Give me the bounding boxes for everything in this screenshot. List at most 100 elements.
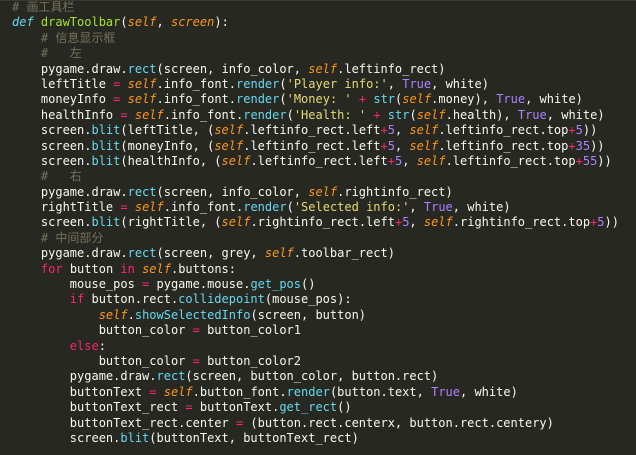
code-token-call: showSelectedInfo	[134, 307, 251, 322]
code-token-plain: buttonText_rect.center	[12, 415, 236, 430]
code-token-plain: .money),	[431, 92, 497, 107]
code-line[interactable]: pygame.draw.rect(screen, info_color, sel…	[12, 62, 619, 77]
code-token-string: 'Health: '	[293, 107, 367, 122]
code-token-self: self	[221, 215, 251, 230]
code-token-comment: # 左	[40, 46, 82, 61]
code-token-plain: :	[98, 338, 106, 353]
code-line[interactable]: healthInfo = self.info_font.render('Heal…	[12, 108, 619, 123]
code-token-number: 5	[597, 215, 605, 230]
code-token-call: blit	[91, 123, 121, 138]
code-token-call: blit	[120, 430, 150, 445]
code-token-builtin: str	[387, 107, 410, 122]
code-token-plain: (	[279, 92, 287, 107]
code-token-plain: .button_font.	[192, 384, 287, 399]
code-token-comment: # 信息显示框	[40, 30, 116, 45]
code-token-call: rect	[127, 246, 157, 261]
code-line[interactable]: self.showSelectedInfo(screen, button)	[12, 308, 619, 323]
code-line[interactable]: screen.blit(rightTitle, (self.rightinfo_…	[12, 215, 619, 230]
code-token-self: self	[134, 200, 164, 215]
code-token-keyword: if	[69, 292, 85, 307]
code-line[interactable]: rightTitle = self.info_font.render('Sele…	[12, 200, 619, 215]
code-token-plain: ))	[597, 153, 612, 168]
code-line[interactable]: pygame.draw.rect(screen, button_color, b…	[12, 369, 619, 384]
code-token-op: +	[575, 153, 583, 168]
code-line[interactable]: screen.blit(buttonText, buttonText_rect)	[12, 431, 619, 446]
code-token-op: +	[568, 123, 576, 138]
code-line[interactable]: def drawToolbar(self, screen):	[12, 15, 619, 30]
code-token-op: =	[120, 200, 128, 215]
code-token-keyword: in	[120, 261, 135, 276]
code-token-call: render	[236, 76, 280, 91]
code-line[interactable]: buttonText = self.button_font.render(but…	[12, 385, 619, 400]
code-token-plain: (leftTitle, (	[120, 123, 215, 138]
code-token-call: render	[236, 92, 280, 107]
code-token-plain: button_color2	[199, 353, 302, 368]
code-line[interactable]: if button.rect.collidepoint(mouse_pos):	[12, 292, 619, 307]
code-token-call: get_rect	[279, 400, 338, 415]
code-token-plain: .leftinfo_rect.left	[243, 138, 381, 153]
code-token-plain: ))	[590, 138, 605, 153]
code-token-plain: button.rect.	[84, 292, 179, 307]
code-token-plain: (screen, button_color, button.rect)	[185, 369, 439, 384]
code-token-plain: pygame.draw.	[12, 184, 128, 199]
code-token-plain: (screen, grey,	[156, 246, 265, 261]
code-token-plain: .info_font.	[163, 107, 244, 122]
code-line[interactable]: # 画工具栏	[12, 1, 619, 15]
code-token-op: +	[380, 138, 388, 153]
code-line[interactable]: pygame.draw.rect(screen, grey, self.tool…	[12, 246, 619, 261]
code-token-plain: , white)	[431, 76, 489, 91]
code-token-plain: pygame.draw.	[12, 369, 157, 384]
code-editor[interactable]: # 画工具栏 def drawToolbar(self, screen): # 信…	[0, 0, 636, 455]
code-token-call: blit	[91, 153, 121, 168]
code-token-plain: buttonText.	[192, 400, 280, 415]
code-token-self: self	[264, 246, 294, 261]
code-line[interactable]: # 左	[12, 46, 619, 61]
code-line[interactable]: # 中间部分	[12, 231, 619, 246]
code-token-plain: button_color	[12, 353, 193, 368]
code-line[interactable]: # 右	[12, 169, 619, 184]
code-token-plain: mouse_pos	[12, 277, 143, 292]
code-token-plain: rightTitle	[12, 200, 121, 215]
code-token-plain: .buttons:	[170, 261, 237, 276]
code-line[interactable]: button_color = button_color1	[12, 323, 619, 338]
code-token-plain: button	[62, 261, 121, 276]
code-token-self: self	[134, 107, 164, 122]
code-token-plain: (screen, info_color,	[156, 184, 309, 199]
code-token-op: +	[373, 107, 381, 122]
code-token-plain: ,	[402, 153, 417, 168]
code-token-plain: ,	[394, 123, 410, 138]
code-token-op: +	[380, 123, 388, 138]
code-token-plain: .leftinfo_rect.left	[243, 123, 381, 138]
code-token-call: collidepoint	[178, 292, 265, 307]
code-line[interactable]: buttonText_rect = buttonText.get_rect()	[12, 400, 619, 415]
code-token-plain: screen.	[12, 123, 92, 138]
code-line[interactable]: for button in self.buttons:	[12, 262, 619, 277]
code-line[interactable]: mouse_pos = pygame.mouse.get_pos()	[12, 277, 619, 292]
code-token-plain: (moneyInfo, (	[120, 138, 215, 153]
code-line[interactable]: leftTitle = self.info_font.render('Playe…	[12, 77, 619, 92]
code-line[interactable]: pygame.draw.rect(screen, info_color, sel…	[12, 185, 619, 200]
code-line[interactable]: moneyInfo = self.info_font.render('Money…	[12, 92, 619, 107]
code-line[interactable]: button_color = button_color2	[12, 354, 619, 369]
code-token-self: self	[127, 92, 157, 107]
code-token-plain: .	[127, 307, 135, 322]
code-token-plain: screen.	[12, 153, 92, 168]
code-token-self: self	[409, 123, 439, 138]
code-content[interactable]: # 画工具栏 def drawToolbar(self, screen): # 信…	[12, 1, 619, 446]
code-line[interactable]: buttonText_rect.center = (button.rect.ce…	[12, 416, 619, 431]
code-line[interactable]: screen.blit(leftTitle, ( self .leftinfo_re…	[12, 123, 619, 138]
code-line[interactable]: screen.blit(moneyInfo, (self.leftinfo_re…	[12, 139, 619, 154]
code-token-op: =	[192, 353, 200, 368]
code-token-self: self	[163, 384, 193, 399]
code-token-call: rect	[127, 61, 157, 76]
code-token-const: True	[517, 107, 547, 122]
code-line[interactable]: # 信息显示框	[12, 31, 619, 46]
code-line[interactable]: else:	[12, 339, 619, 354]
code-token-param: screen	[170, 15, 215, 30]
code-line[interactable]: screen.blit(healthInfo, (self.leftinfo_r…	[12, 154, 619, 169]
